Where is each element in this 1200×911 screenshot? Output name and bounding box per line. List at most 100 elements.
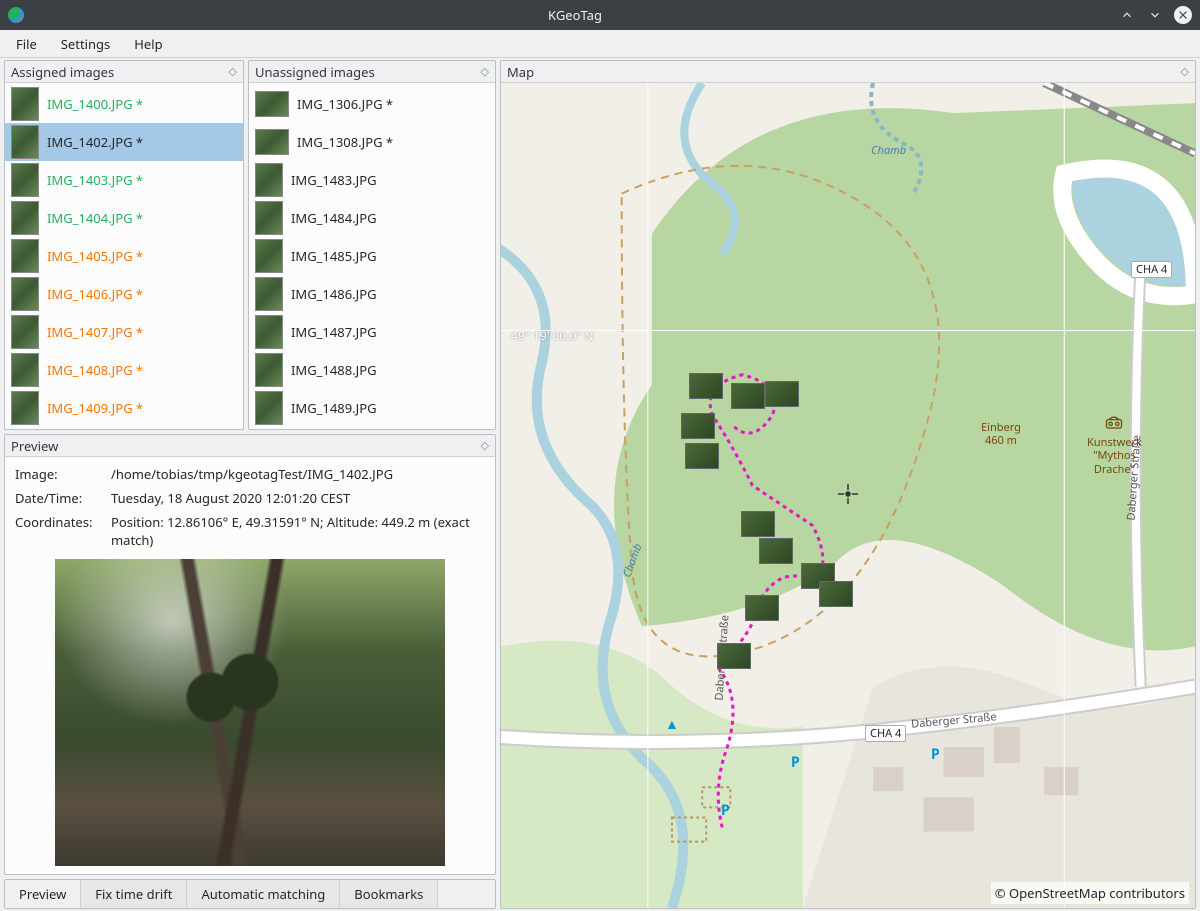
thumbnail [255,91,289,117]
poi-einberg: Einberg 460 m [981,421,1021,447]
map-photo-marker[interactable] [681,413,715,439]
thumbnail [11,87,39,121]
thumbnail [255,277,283,311]
titlebar: KGeoTag [0,0,1200,30]
filename-label: IMG_1488.JPG [291,361,377,379]
filename-label: IMG_1403.JPG * [47,171,143,189]
filename-label: IMG_1400.JPG * [47,95,143,113]
filename-label: IMG_1487.JPG [291,323,377,341]
map-photo-marker[interactable] [745,595,779,621]
artwork-icon [1104,413,1124,433]
thumbnail [255,239,283,273]
poi-drache: Kunstwerk "Mythos Drache" [1087,413,1142,476]
assigned-image-item[interactable]: IMG_1408.JPG * [5,351,243,389]
unassigned-list[interactable]: IMG_1306.JPG * IMG_1308.JPG * IMG_1483.JPG… [249,83,495,429]
dock-header-preview[interactable]: Preview ◇ [5,435,495,457]
bottom-tabs: Preview Fix time drift Automatic matchin… [4,879,496,909]
preview-image-label: Image: [15,465,111,483]
map-photo-marker[interactable] [759,538,793,564]
assigned-image-item[interactable]: IMG_1409.JPG * [5,389,243,427]
osm-credit: © OpenStreetMap contributors [991,882,1189,904]
map-title: Map [507,63,534,81]
preview-image-value: /home/tobias/tmp/kgeotagTest/IMG_1402.JP… [111,465,485,483]
assigned-image-item[interactable]: IMG_1400.JPG * [5,85,243,123]
map-canvas[interactable]: 49° 19' 00.0" N Chamb Chamb CHA 4 CHA 4 … [501,83,1195,908]
unassigned-image-item[interactable]: IMG_1488.JPG [249,351,495,389]
thumbnail [11,391,39,425]
map-photo-marker[interactable] [765,381,799,407]
menu-settings[interactable]: Settings [49,31,122,57]
assigned-image-item[interactable]: IMG_1402.JPG * [5,123,243,161]
tab-fix-time-drift[interactable]: Fix time drift [81,880,187,908]
filename-label: IMG_1483.JPG [291,171,377,189]
filename-label: IMG_1409.JPG * [47,399,143,417]
menu-file[interactable]: File [4,31,49,57]
filename-label: IMG_1486.JPG [291,285,377,303]
unassigned-title: Unassigned images [255,63,375,81]
tab-bookmarks[interactable]: Bookmarks [340,880,438,908]
thumbnail [255,201,283,235]
filename-label: IMG_1408.JPG * [47,361,143,379]
preview-datetime-value: Tuesday, 18 August 2020 12:01:20 CEST [111,489,485,507]
unassigned-image-item[interactable]: IMG_1487.JPG [249,313,495,351]
dock-header-unassigned[interactable]: Unassigned images ◇ [249,61,495,83]
preview-coords-value: Position: 12.86106° E, 49.31591° N; Alti… [111,513,485,549]
dock-float-icon[interactable]: ◇ [481,64,489,79]
unassigned-image-item[interactable]: IMG_1485.JPG [249,237,495,275]
filename-label: IMG_1407.JPG * [47,323,143,341]
app-icon [8,7,24,23]
preview-title: Preview [11,437,58,455]
unassigned-image-item[interactable]: IMG_1489.JPG [249,389,495,427]
assigned-images-dock: Assigned images ◇ IMG_1400.JPG * IMG_1402… [4,60,244,430]
thumbnail [255,163,283,197]
dock-float-icon[interactable]: ◇ [229,64,237,79]
thumbnail [11,353,39,387]
unassigned-image-item[interactable]: IMG_1484.JPG [249,199,495,237]
preview-coords-label: Coordinates: [15,513,111,549]
map-background [501,83,1195,908]
filename-label: IMG_1489.JPG [291,399,377,417]
tab-preview[interactable]: Preview [5,880,81,908]
unassigned-image-item[interactable]: IMG_1306.JPG * [249,85,495,123]
close-button[interactable] [1174,6,1192,24]
map-river-label: Chamb [871,143,906,158]
filename-label: IMG_1406.JPG * [47,285,143,303]
window-title: KGeoTag [32,6,1118,24]
thumbnail [11,163,39,197]
map-photo-marker[interactable] [689,373,723,399]
unassigned-image-item[interactable]: IMG_1308.JPG * [249,123,495,161]
assigned-list[interactable]: IMG_1400.JPG * IMG_1402.JPG * IMG_1403.JPG… [5,83,243,429]
map-photo-marker[interactable] [741,511,775,537]
map-photo-marker[interactable] [685,443,719,469]
filename-label: IMG_1308.JPG * [297,133,393,151]
minimize-button[interactable] [1118,6,1136,24]
filename-label: IMG_1405.JPG * [47,247,143,265]
filename-label: IMG_1485.JPG [291,247,377,265]
preview-datetime-label: Date/Time: [15,489,111,507]
unassigned-image-item[interactable]: IMG_1486.JPG [249,275,495,313]
assigned-image-item[interactable]: IMG_1403.JPG * [5,161,243,199]
dock-float-icon[interactable]: ◇ [1181,64,1189,79]
assigned-image-item[interactable]: IMG_1404.JPG * [5,199,243,237]
unassigned-images-dock: Unassigned images ◇ IMG_1306.JPG *IMG_13… [248,60,496,430]
map-photo-marker[interactable] [731,383,765,409]
map-photo-marker[interactable] [717,643,751,669]
unassigned-image-item[interactable]: IMG_1483.JPG [249,161,495,199]
menu-help[interactable]: Help [122,31,174,57]
dock-header-assigned[interactable]: Assigned images ◇ [5,61,243,83]
assigned-image-item[interactable]: IMG_1406.JPG * [5,275,243,313]
thumbnail [11,125,39,159]
thumbnail [11,201,39,235]
assigned-image-item[interactable]: IMG_1407.JPG * [5,313,243,351]
preview-dock: Preview ◇ Image: /home/tobias/tmp/kgeota… [4,434,496,875]
thumbnail [11,315,39,349]
dock-header-map[interactable]: Map ◇ [501,61,1195,83]
assigned-image-item[interactable]: IMG_1405.JPG * [5,237,243,275]
map-photo-marker[interactable] [819,581,853,607]
map-dock: Map ◇ [500,60,1196,909]
thumbnail [255,315,283,349]
tab-automatic-matching[interactable]: Automatic matching [187,880,340,908]
maximize-button[interactable] [1146,6,1164,24]
thumbnail [255,391,283,425]
dock-float-icon[interactable]: ◇ [481,438,489,453]
